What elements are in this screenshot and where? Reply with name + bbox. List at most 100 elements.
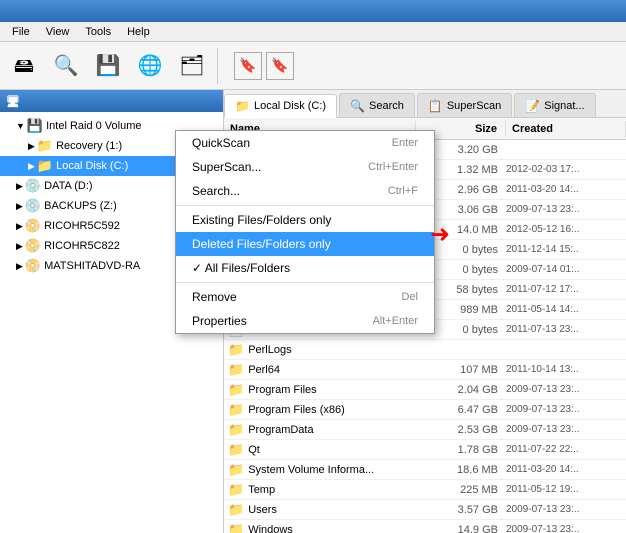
file-created: 2012-05-12 16:.. [506, 224, 626, 235]
title-bar [0, 0, 626, 22]
left-panel-header: 🖥 [0, 90, 223, 112]
search-disk-icon: 🔍 [54, 56, 79, 76]
file-created: 2012-02-03 17:.. [506, 164, 626, 175]
tree-label: RICOHR5C822 [44, 240, 120, 252]
file-row[interactable]: 📁 Qt 1.78 GB 2011-07-22 22:.. [224, 440, 626, 460]
tab-superscan-tab[interactable]: 📋 SuperScan [417, 93, 512, 117]
tab-search-tab[interactable]: 🔍 Search [339, 93, 415, 117]
file-name: Program Files [248, 384, 416, 396]
menu-file[interactable]: File [4, 24, 38, 40]
ctx-item-superscan[interactable]: SuperScan... Ctrl+Enter [176, 155, 434, 179]
file-icon: 📁 [228, 462, 244, 478]
tab-label: SuperScan [447, 100, 501, 112]
file-row[interactable]: 📁 Temp 225 MB 2011-05-12 19:.. [224, 480, 626, 500]
open-drive-icon: 🖴 [14, 56, 34, 76]
expand-icon[interactable]: ▼ [16, 121, 25, 131]
file-created: 2011-05-14 14:.. [506, 304, 626, 315]
expand-icon[interactable]: ▶ [16, 261, 23, 272]
file-icon: 📁 [228, 522, 244, 533]
col-header-created[interactable]: Created [506, 121, 626, 137]
tree-icon: 💿 [25, 198, 41, 214]
file-row[interactable]: 📁 Perl64 107 MB 2011-10-14 13:.. [224, 360, 626, 380]
tree-icon: 📀 [25, 238, 41, 254]
tab-icon: 🔍 [350, 99, 365, 113]
file-size: 107 MB [416, 364, 506, 376]
tab-icon: 📝 [525, 99, 540, 113]
file-created: 2011-05-12 19:.. [506, 484, 626, 495]
menu-bar: File View Tools Help [0, 22, 626, 42]
ctx-item-all[interactable]: ✓ All Files/Folders [176, 256, 434, 280]
toolbar-btn-5[interactable]: 🗂 [172, 46, 212, 86]
tab-sign-tab[interactable]: 📝 Signat... [514, 93, 595, 117]
expand-icon[interactable]: ▶ [16, 201, 23, 212]
expand-icon[interactable]: ▶ [28, 161, 35, 172]
tab-icon: 📁 [235, 99, 250, 113]
tree-label: BACKUPS (Z:) [44, 200, 117, 212]
toolbar: 🖴 🔍 💾 🌐 🗂 🔖 🔖 [0, 42, 626, 90]
tree-icon: 📀 [25, 218, 41, 234]
toolbar-btn-4[interactable]: 🌐 [130, 46, 170, 86]
ctx-item-quickscan[interactable]: QuickScan Enter [176, 131, 434, 155]
toolbar-btn-3[interactable]: 💾 [88, 46, 128, 86]
ctx-item-existing[interactable]: Existing Files/Folders only [176, 208, 434, 232]
file-icon: 📁 [228, 402, 244, 418]
file-name: ProgramData [248, 424, 416, 436]
recover-icon: 💾 [96, 56, 121, 76]
expand-icon[interactable]: ▶ [16, 241, 23, 252]
file-row[interactable]: 📁 Users 3.57 GB 2009-07-13 23:.. [224, 500, 626, 520]
file-row[interactable]: 📁 ProgramData 2.53 GB 2009-07-13 23:.. [224, 420, 626, 440]
ctx-item-shortcut: Ctrl+Enter [368, 161, 418, 173]
ctx-item-shortcut: Del [401, 291, 418, 303]
expand-icon[interactable]: ▶ [16, 181, 23, 192]
file-row[interactable]: 📁 System Volume Informa... 18.6 MB 2011-… [224, 460, 626, 480]
file-icon: 📁 [228, 482, 244, 498]
ctx-item-properties[interactable]: Properties Alt+Enter [176, 309, 434, 333]
file-row[interactable]: 📁 Program Files (x86) 6.47 GB 2009-07-13… [224, 400, 626, 420]
ctx-item-label: Search... [192, 184, 240, 198]
filter-btn-2[interactable]: 🔖 [266, 52, 294, 80]
file-size: 2.04 GB [416, 384, 506, 396]
toolbar-btn-2[interactable]: 🔍 [46, 46, 86, 86]
tab-label: Search [369, 100, 404, 112]
tab-label: Local Disk (C:) [254, 100, 326, 112]
tab-label: Signat... [544, 100, 584, 112]
file-icon: 📁 [228, 502, 244, 518]
expand-icon[interactable]: ▶ [16, 221, 23, 232]
filter-icon-1: 🔖 [239, 57, 256, 74]
file-name: System Volume Informa... [248, 464, 416, 476]
expand-icon[interactable]: ▶ [28, 141, 35, 152]
tab-icon: 📋 [428, 99, 443, 113]
menu-help[interactable]: Help [119, 24, 158, 40]
ctx-item-remove[interactable]: Remove Del [176, 285, 434, 309]
file-icon: 📁 [228, 362, 244, 378]
ctx-item-label: ✓ All Files/Folders [192, 261, 290, 275]
toolbar-btn-1[interactable]: 🖴 [4, 46, 44, 86]
file-created: 2009-07-13 23:.. [506, 204, 626, 215]
file-row[interactable]: 📁 Program Files 2.04 GB 2009-07-13 23:.. [224, 380, 626, 400]
tree-icon: 💿 [25, 178, 41, 194]
file-name: Windows [248, 524, 416, 533]
menu-view[interactable]: View [38, 24, 78, 40]
file-size: 3.57 GB [416, 504, 506, 516]
ctx-item-label: Existing Files/Folders only [192, 213, 331, 227]
file-row[interactable]: 📁 PerlLogs [224, 340, 626, 360]
create-region-icon: 🗂 [179, 56, 204, 76]
ctx-item-label: QuickScan [192, 136, 250, 150]
filter-btn-1[interactable]: 🔖 [234, 52, 262, 80]
file-size: 18.6 MB [416, 464, 506, 476]
tree-label: Recovery (1:) [56, 140, 122, 152]
file-created: 2009-07-13 23:.. [506, 384, 626, 395]
tab-bar: 📁 Local Disk (C:) 🔍 Search 📋 SuperScan 📝… [224, 90, 626, 118]
tab-local-disk-tab[interactable]: 📁 Local Disk (C:) [224, 94, 337, 118]
ctx-item-deleted[interactable]: Deleted Files/Folders only [176, 232, 434, 256]
menu-tools[interactable]: Tools [77, 24, 119, 40]
ctx-item-search[interactable]: Search... Ctrl+F [176, 179, 434, 203]
tree-icon: 📀 [25, 258, 41, 274]
file-created: 2009-07-13 23:.. [506, 404, 626, 415]
file-row[interactable]: 📁 Windows 14.9 GB 2009-07-13 23:.. [224, 520, 626, 533]
file-icon: 📁 [228, 382, 244, 398]
tree-icon: 💾 [27, 118, 43, 134]
tree-label: Intel Raid 0 Volume [46, 120, 141, 132]
ctx-item-label: SuperScan... [192, 160, 261, 174]
file-name: Users [248, 504, 416, 516]
